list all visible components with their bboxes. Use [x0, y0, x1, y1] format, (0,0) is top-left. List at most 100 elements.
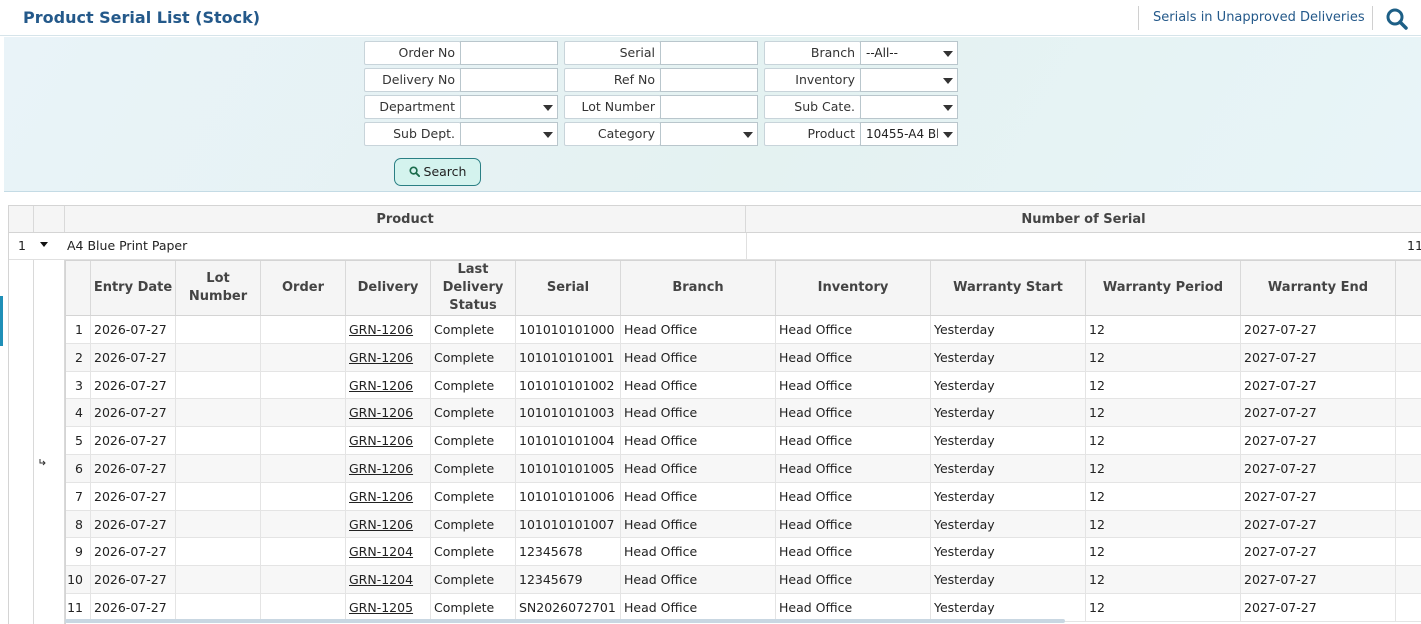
- inventory-select[interactable]: [860, 68, 958, 92]
- extra-cell: [1396, 511, 1421, 538]
- delivery-link[interactable]: GRN-1206: [349, 322, 413, 337]
- filter-panel: Order No Serial Branch --All-- Delivery …: [4, 37, 1421, 192]
- column-header-inventory[interactable]: Inventory: [776, 261, 931, 315]
- entry-date-cell: 2026-07-27: [91, 455, 176, 482]
- column-header-delivery[interactable]: Delivery: [346, 261, 431, 315]
- detail-arrow-icon: [39, 459, 46, 466]
- order-cell: [261, 455, 346, 482]
- row-number: 3: [66, 371, 91, 399]
- warranty-start-cell: Yesterday: [931, 538, 1086, 566]
- column-header-product[interactable]: Product: [65, 206, 746, 232]
- delivery-link[interactable]: GRN-1206: [349, 405, 413, 420]
- extra-cell: [1396, 399, 1421, 426]
- collapse-row-icon[interactable]: [40, 242, 48, 247]
- column-header-last-delivery-status[interactable]: Last Delivery Status: [431, 261, 516, 315]
- column-header-warranty-end[interactable]: Warranty End: [1241, 261, 1396, 315]
- filter-label: Branch: [764, 41, 861, 65]
- serial-cell: SN2026072701: [516, 594, 621, 621]
- filter-label: Ref No: [564, 68, 661, 92]
- search-button-label: Search: [423, 164, 467, 179]
- warranty-end-cell: 2027-07-27: [1241, 538, 1396, 566]
- table-row[interactable]: 2 2026-07-27 GRN-1206 Complete 101010101001 H…: [66, 343, 1421, 372]
- sub-cate-select[interactable]: [860, 95, 958, 119]
- department-select[interactable]: [460, 95, 558, 119]
- column-header-lot-number[interactable]: Lot Number: [176, 261, 261, 315]
- branch-cell: Head Office: [621, 566, 776, 593]
- table-row[interactable]: 7 2026-07-27 GRN-1206 Complete 101010101006 H…: [66, 482, 1421, 511]
- branch-cell: Head Office: [621, 510, 776, 538]
- order-cell: [261, 399, 346, 427]
- status-cell: Complete: [431, 316, 516, 343]
- serial-input[interactable]: [660, 41, 758, 65]
- filter-label: Sub Dept.: [364, 122, 461, 146]
- order-no-input[interactable]: [460, 41, 558, 65]
- warranty-period-cell: 12: [1086, 371, 1241, 399]
- status-cell: Complete: [431, 343, 516, 371]
- delivery-link[interactable]: GRN-1206: [349, 461, 413, 476]
- entry-date-cell: 2026-07-27: [91, 566, 176, 593]
- ref-no-input[interactable]: [660, 68, 758, 92]
- search-button[interactable]: Search: [394, 158, 481, 186]
- warranty-start-cell: Yesterday: [931, 343, 1086, 371]
- header-divider: [1372, 6, 1373, 30]
- column-header-serial[interactable]: Serial: [516, 261, 621, 315]
- order-cell: [261, 427, 346, 454]
- table-row[interactable]: 9 2026-07-27 GRN-1204 Complete 12345678 Head …: [66, 538, 1421, 567]
- lot-number-input[interactable]: [660, 95, 758, 119]
- delivery-link[interactable]: GRN-1206: [349, 517, 413, 532]
- extra-cell: [1396, 594, 1421, 621]
- serial-cell: 101010101004: [516, 427, 621, 454]
- order-cell: [261, 343, 346, 371]
- delivery-link: GRN-1206: [346, 510, 431, 538]
- horizontal-scrollbar[interactable]: [65, 619, 1065, 623]
- warranty-period-cell: 12: [1086, 594, 1241, 621]
- table-row[interactable]: 10 2026-07-27 GRN-1204 Complete 12345679 Head…: [66, 566, 1421, 594]
- column-header-branch[interactable]: Branch: [621, 261, 776, 315]
- delivery-no-input[interactable]: [460, 68, 558, 92]
- table-row[interactable]: 6 2026-07-27 GRN-1206 Complete 101010101005 H…: [66, 455, 1421, 483]
- delivery-link[interactable]: GRN-1205: [349, 600, 413, 615]
- chevron-down-icon: [943, 51, 953, 57]
- search-icon[interactable]: [1385, 7, 1409, 31]
- inventory-cell: Head Office: [776, 482, 931, 510]
- product-select[interactable]: 10455-A4 Blue Print Paper: [860, 122, 958, 146]
- inventory-cell: Head Office: [776, 427, 931, 454]
- column-header-warranty-period[interactable]: Warranty Period: [1086, 261, 1241, 315]
- category-select[interactable]: [660, 122, 758, 146]
- table-row[interactable]: 4 2026-07-27 GRN-1206 Complete 101010101003 H…: [66, 399, 1421, 428]
- delivery-link[interactable]: GRN-1204: [349, 544, 413, 559]
- warranty-start-cell: Yesterday: [931, 594, 1086, 621]
- status-cell: Complete: [431, 566, 516, 593]
- column-header-warranty-start[interactable]: Warranty Start: [931, 261, 1086, 315]
- chevron-down-icon: [943, 105, 953, 111]
- extra-cell: [1396, 372, 1421, 399]
- search-icon: [408, 166, 420, 177]
- order-cell: [261, 538, 346, 566]
- delivery-link[interactable]: GRN-1206: [349, 378, 413, 393]
- warranty-period-cell: 12: [1086, 455, 1241, 482]
- column-header-order[interactable]: Order: [261, 261, 346, 315]
- row-number: 9: [66, 538, 91, 566]
- column-header-entry-date[interactable]: Entry Date: [91, 261, 176, 315]
- status-cell: Complete: [431, 399, 516, 427]
- sub-dept-select[interactable]: [460, 122, 558, 146]
- table-row[interactable]: 11 2026-07-27 GRN-1205 Complete SN2026072701…: [66, 594, 1421, 622]
- warranty-end-cell: 2027-07-27: [1241, 566, 1396, 593]
- delivery-link[interactable]: GRN-1206: [349, 350, 413, 365]
- chevron-down-icon: [943, 78, 953, 84]
- table-row[interactable]: 8 2026-07-27 GRN-1206 Complete 101010101007 H…: [66, 510, 1421, 539]
- warranty-start-cell: Yesterday: [931, 427, 1086, 454]
- delivery-link[interactable]: GRN-1206: [349, 433, 413, 448]
- delivery-link: GRN-1206: [346, 427, 431, 454]
- table-row[interactable]: 1 2026-07-27 GRN-1206 Complete 101010101000 H…: [66, 316, 1421, 344]
- delivery-link[interactable]: GRN-1204: [349, 572, 413, 587]
- column-header-serial-count[interactable]: Number of Serial: [746, 206, 1421, 232]
- product-row[interactable]: 1 A4 Blue Print Paper 11: [9, 233, 1421, 260]
- table-row[interactable]: 3 2026-07-27 GRN-1206 Complete 101010101002 H…: [66, 371, 1421, 400]
- row-number: 6: [66, 455, 91, 482]
- unapproved-deliveries-link[interactable]: Serials in Unapproved Deliveries: [1153, 10, 1365, 25]
- lot-number-cell: [176, 482, 261, 510]
- delivery-link[interactable]: GRN-1206: [349, 489, 413, 504]
- branch-select[interactable]: --All--: [860, 41, 958, 65]
- table-row[interactable]: 5 2026-07-27 GRN-1206 Complete 101010101004 H…: [66, 427, 1421, 455]
